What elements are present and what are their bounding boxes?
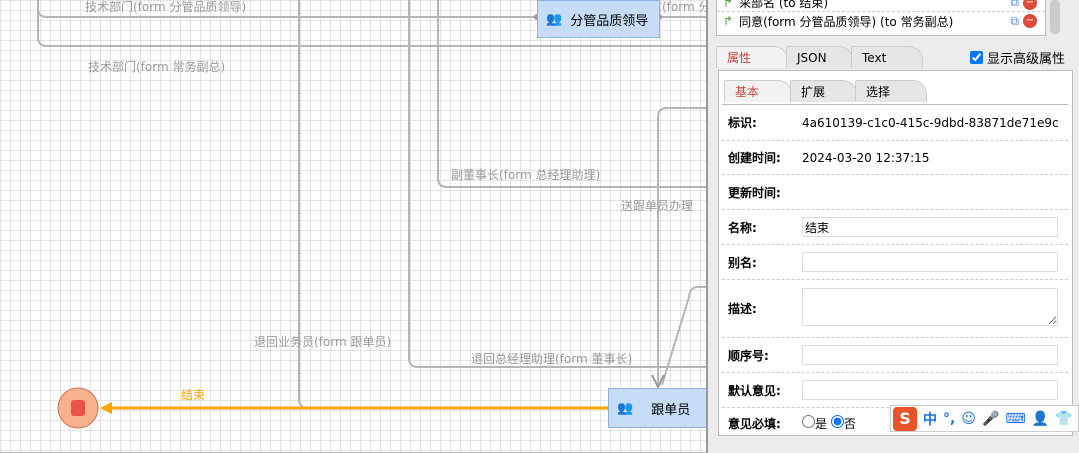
- subtab-extend[interactable]: 扩展: [790, 80, 857, 102]
- edge: [657, 107, 706, 385]
- subtab-select[interactable]: 选择: [855, 80, 927, 102]
- copy-icon[interactable]: ⧉: [1010, 14, 1019, 29]
- alias-input[interactable]: [802, 252, 1058, 272]
- list-item[interactable]: ↱ 采部名 (to 结束) ⧉ −: [717, 0, 1045, 12]
- edge-label: 副董事长(form 总经理助理): [451, 168, 601, 182]
- delete-icon[interactable]: −: [1023, 0, 1037, 10]
- user-icon: 👥: [617, 400, 634, 416]
- id-value: 4a610139-c1c0-415c-9dbd-83871de71e9c: [802, 115, 1059, 130]
- tab-properties[interactable]: 属性: [716, 46, 788, 68]
- tab-text[interactable]: Text: [851, 46, 923, 68]
- order-input[interactable]: [802, 345, 1058, 365]
- edge-label: 退回业务员(form 跟单员): [254, 335, 392, 349]
- properties-panel: ↱ 采部名 (to 结束) ⧉ − ↱ 同意(form 分管品质领导) (to 常务副总…: [706, 0, 1079, 453]
- transition-list: ↱ 采部名 (to 结束) ⧉ − ↱ 同意(form 分管品质领导) (to 常务副总…: [716, 0, 1046, 36]
- node-label: 分管品质领导: [570, 13, 649, 29]
- edge: [661, 286, 706, 386]
- end-node[interactable]: [57, 387, 99, 429]
- list-item[interactable]: ↱ 同意(form 分管品质领导) (to 常务副总) ⧉ −: [717, 12, 1045, 30]
- end-arrow-head: [100, 402, 112, 414]
- show-advanced-checkbox[interactable]: 显示高级属性: [970, 48, 1065, 67]
- basic-form: 标识: 4a610139-c1c0-415c-9dbd-83871de71e9c …: [722, 104, 1068, 438]
- edge-label: 送跟单员办理: [621, 199, 694, 213]
- radio-no[interactable]: 否: [830, 414, 856, 431]
- subtab-basic[interactable]: 基本: [724, 80, 792, 102]
- node-follower[interactable]: 👥 跟单员: [608, 388, 706, 428]
- created-value: 2024-03-20 12:37:15: [802, 150, 930, 165]
- radio-yes[interactable]: 是: [802, 414, 827, 431]
- transition-icon: ↱: [723, 14, 734, 28]
- ime-mode[interactable]: 中: [923, 409, 937, 429]
- ime-toolbar: S 中 °, ☺ 🎤 ⌨ 👤 👕: [890, 405, 1079, 432]
- default-opinion-input[interactable]: [802, 380, 1058, 400]
- edge-label: 技术部门(form 分管品质领导): [85, 0, 247, 14]
- tab-json[interactable]: JSON: [786, 46, 853, 68]
- keyboard-icon[interactable]: ⌨: [1005, 411, 1025, 427]
- node-quality-leader[interactable]: 👥 分管品质领导: [537, 0, 660, 38]
- microphone-icon[interactable]: 🎤: [982, 411, 999, 427]
- edge-label: 技术部门(form 常务副总): [88, 60, 226, 74]
- sogou-logo-icon[interactable]: S: [893, 406, 917, 431]
- copy-icon[interactable]: ⧉: [1010, 0, 1019, 10]
- end-edge-label: 结束: [181, 388, 206, 402]
- edge-label: 退回总经理助理(form 董事长): [471, 352, 633, 366]
- punctuation-icon[interactable]: °,: [943, 411, 955, 427]
- delete-icon[interactable]: −: [1023, 14, 1037, 28]
- transition-icon: ↱: [723, 0, 734, 10]
- name-input[interactable]: [802, 217, 1058, 237]
- skin-icon[interactable]: 👕: [1055, 411, 1072, 427]
- emoji-icon[interactable]: ☺: [961, 411, 976, 427]
- user-icon[interactable]: 👤: [1032, 411, 1049, 427]
- properties-box: 基本 扩展 选择 标识: 4a610139-c1c0-415c-9dbd-8387…: [718, 70, 1073, 436]
- edge: [408, 0, 706, 368]
- scrollbar[interactable]: [1050, 0, 1060, 34]
- description-textarea[interactable]: [802, 288, 1058, 326]
- workflow-canvas[interactable]: 技术部门(form 分管品质领导) 技术部门(form 常务副总) 同意(for…: [0, 0, 706, 453]
- user-icon: 👥: [546, 11, 563, 27]
- node-label: 跟单员: [651, 402, 691, 418]
